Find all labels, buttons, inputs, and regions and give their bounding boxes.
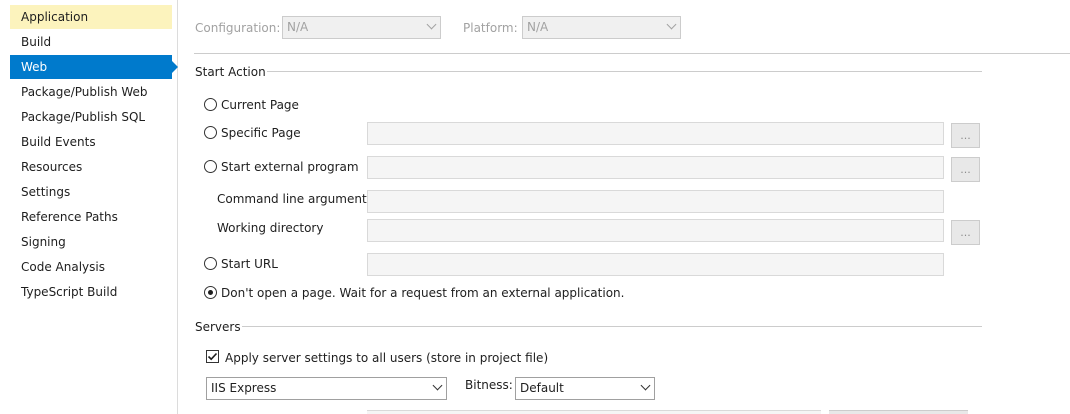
sidebar-item-build[interactable]: Build (10, 30, 172, 54)
header-divider (194, 53, 1070, 54)
chevron-down-icon (640, 380, 651, 391)
specific-page-radio[interactable] (204, 126, 217, 139)
sidebar-item-signing[interactable]: Signing (10, 230, 172, 254)
apply-settings-checkbox[interactable] (206, 350, 219, 363)
start-url-label[interactable]: Start URL (221, 257, 278, 271)
create-virtual-directory-button[interactable] (829, 410, 968, 414)
bitness-value: Default (520, 381, 564, 395)
sidebar-item-application[interactable]: Application (10, 5, 172, 29)
bitness-label: Bitness: (465, 378, 513, 392)
start-action-divider (267, 71, 982, 72)
platform-value: N/A (527, 20, 549, 34)
start-url-radio[interactable] (204, 257, 217, 270)
sidebar-item-package-publish-sql[interactable]: Package/Publish SQL (10, 105, 172, 129)
sidebar-item-package-publish-web[interactable]: Package/Publish Web (10, 80, 172, 104)
start-url-input[interactable] (367, 253, 944, 276)
sidebar: Application Build Web Package/Publish We… (0, 0, 178, 414)
specific-page-browse-button[interactable]: ... (951, 123, 980, 148)
start-external-program-label[interactable]: Start external program (221, 160, 359, 174)
sidebar-item-resources[interactable]: Resources (10, 155, 172, 179)
sidebar-item-typescript-build[interactable]: TypeScript Build (10, 280, 172, 304)
chevron-down-icon (432, 380, 443, 391)
command-line-arguments-input[interactable] (367, 190, 944, 213)
servers-title: Servers (195, 320, 241, 334)
working-directory-label: Working directory (217, 221, 324, 235)
chevron-down-icon (666, 19, 677, 30)
apply-settings-label[interactable]: Apply server settings to all users (stor… (225, 351, 548, 365)
platform-label: Platform: (463, 21, 518, 35)
external-program-input[interactable] (367, 156, 944, 179)
servers-divider (242, 326, 982, 327)
sidebar-item-reference-paths[interactable]: Reference Paths (10, 205, 172, 229)
web-properties-panel: Configuration: N/A Platform: N/A Start A… (179, 0, 1070, 414)
checkmark-icon (207, 352, 218, 361)
working-directory-input[interactable] (367, 219, 944, 242)
current-page-label[interactable]: Current Page (221, 98, 299, 112)
platform-select[interactable]: N/A (522, 16, 681, 39)
start-action-title: Start Action (195, 65, 266, 79)
sidebar-item-settings[interactable]: Settings (10, 180, 172, 204)
configuration-label: Configuration: (195, 21, 281, 35)
sidebar-item-code-analysis[interactable]: Code Analysis (10, 255, 172, 279)
project-url-input[interactable] (367, 410, 821, 414)
configuration-select[interactable]: N/A (282, 16, 441, 39)
server-value: IIS Express (211, 381, 277, 395)
sidebar-item-build-events[interactable]: Build Events (10, 130, 172, 154)
server-select[interactable]: IIS Express (206, 377, 447, 400)
working-directory-browse-button[interactable]: ... (951, 220, 980, 245)
dont-open-page-radio[interactable] (204, 286, 217, 299)
dont-open-page-label[interactable]: Don't open a page. Wait for a request fr… (221, 286, 624, 300)
external-program-browse-button[interactable]: ... (951, 157, 980, 182)
bitness-select[interactable]: Default (515, 377, 655, 400)
chevron-down-icon (426, 19, 437, 30)
current-page-radio[interactable] (204, 98, 217, 111)
command-line-arguments-label: Command line arguments (217, 192, 373, 206)
configuration-value: N/A (287, 20, 309, 34)
start-external-program-radio[interactable] (204, 160, 217, 173)
specific-page-label[interactable]: Specific Page (221, 126, 301, 140)
specific-page-input[interactable] (367, 122, 944, 145)
sidebar-item-web[interactable]: Web (10, 55, 178, 79)
